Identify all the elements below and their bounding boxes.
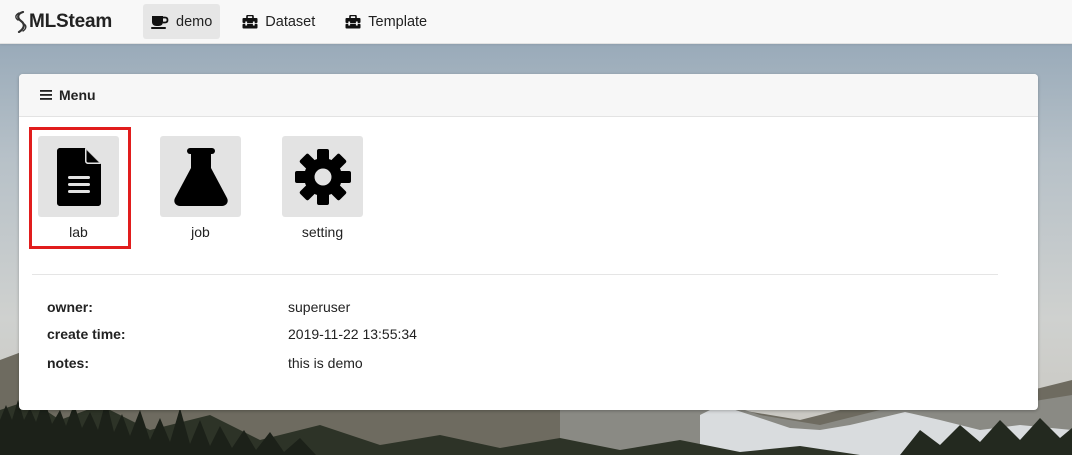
nav-item-label: Template (368, 13, 428, 30)
tile-icon-box[interactable] (282, 136, 363, 217)
flask-icon (173, 147, 228, 206)
notes-label: notes: (47, 355, 89, 371)
nav-item-label: Dataset (265, 13, 316, 30)
info-row-notes: notes: this is demo (47, 355, 363, 373)
menu-tile-job[interactable]: job (160, 136, 241, 240)
owner-label: owner: (47, 299, 93, 315)
top-navbar: MLSteam demo Dataset Template (0, 0, 1072, 44)
menu-title: Menu (59, 87, 96, 103)
menu-tile-lab[interactable]: lab (38, 136, 119, 240)
gear-icon (294, 148, 351, 205)
toolbox-icon (345, 14, 361, 29)
brand-name: MLSteam (29, 10, 113, 32)
tile-label: job (191, 224, 210, 240)
tile-icon-box[interactable] (38, 136, 119, 217)
info-row-create-time: create time: 2019-11-22 13:55:34 (47, 326, 417, 344)
nav-item-dataset[interactable]: Dataset (234, 4, 323, 39)
create-time-value: 2019-11-22 13:55:34 (288, 326, 417, 342)
menu-tile-setting[interactable]: setting (282, 136, 363, 240)
toolbox-icon (242, 14, 258, 29)
mlsteam-logo-icon (15, 10, 27, 33)
brand-logo[interactable]: MLSteam (14, 10, 143, 33)
owner-value: superuser (288, 299, 351, 315)
nav-item-label: demo (176, 13, 213, 30)
divider (32, 274, 998, 275)
tile-label: lab (69, 224, 88, 240)
nav-item-template[interactable]: Template (337, 4, 435, 39)
nav-item-demo[interactable]: demo (143, 4, 221, 39)
tile-label: setting (301, 224, 344, 240)
project-card: Menu lab job setting owner: superuser cr… (19, 74, 1038, 410)
hamburger-icon (40, 90, 52, 100)
info-row-owner: owner: superuser (47, 299, 350, 317)
file-icon (56, 147, 101, 206)
notes-value: this is demo (288, 355, 363, 371)
create-time-label: create time: (47, 326, 126, 342)
coffee-cup-icon (151, 15, 169, 29)
tile-icon-box[interactable] (160, 136, 241, 217)
menu-header: Menu (19, 74, 1038, 117)
